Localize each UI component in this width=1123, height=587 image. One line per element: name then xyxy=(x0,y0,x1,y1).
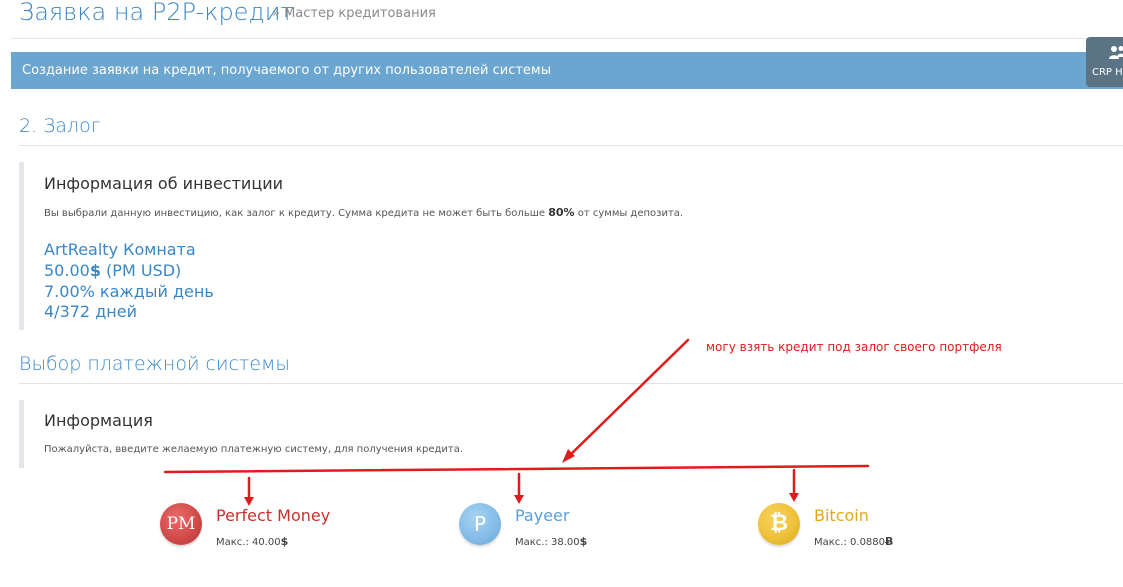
investment-info-heading: Информация об инвестиции xyxy=(44,174,284,193)
annotation-arrowhead xyxy=(789,493,799,502)
bitcoin-icon: ₿ xyxy=(758,503,800,545)
payment-info-block: Информация Пожалуйста, введите желаемую … xyxy=(19,400,924,468)
investment-name: ArtRealty Комната xyxy=(44,240,196,259)
perfect-money-icon: PM xyxy=(160,503,202,545)
max-percent: 80% xyxy=(548,206,575,219)
section-title-payment: Выбор платежной системы xyxy=(19,353,290,375)
investment-rate: 7.00% каждый день xyxy=(44,282,214,301)
page: Заявка на P2P-кредит » Мастер кредитован… xyxy=(0,0,1123,587)
payment-option-perfect-money[interactable]: PM Perfect Money Макс.: 40.00$ xyxy=(160,503,360,548)
payment-info-text: Пожалуйста, введите желаемую платежную с… xyxy=(44,444,464,455)
breadcrumb[interactable]: » Мастер кредитования xyxy=(272,6,436,21)
investment-amount: 50.00$ (PM USD) xyxy=(44,261,182,280)
payeer-icon: P xyxy=(459,503,501,545)
page-title: Заявка на P2P-кредит xyxy=(19,0,294,26)
section-title-collateral: 2. Залог xyxy=(19,115,100,137)
section-divider xyxy=(19,145,1123,146)
payment-option-max: Макс.: 38.00$ xyxy=(515,535,588,548)
payment-option-name[interactable]: Perfect Money xyxy=(216,506,330,525)
users-icon xyxy=(1109,46,1123,59)
investment-info-block: Информация об инвестиции Вы выбрали данн… xyxy=(19,162,924,330)
investment-info-text: Вы выбрали данную инвестицию, как залог … xyxy=(44,206,684,219)
section-divider xyxy=(19,383,1123,384)
investment-term: 4/372 дней xyxy=(44,302,137,321)
payment-info-heading: Информация xyxy=(44,411,153,430)
section-number: 2. xyxy=(19,115,38,137)
annotation-text: могу взять кредит под залог своего портф… xyxy=(706,340,1002,354)
payment-option-max: Макс.: 40.00$ xyxy=(216,535,289,548)
payment-option-bitcoin[interactable]: ₿ Bitcoin Макс.: 0.0880Ƀ xyxy=(758,503,958,548)
crp-tab-label: CRP H xyxy=(1092,67,1123,78)
payment-option-name[interactable]: Payeer xyxy=(515,506,569,525)
payment-option-payeer[interactable]: P Payeer Макс.: 38.00$ xyxy=(459,503,659,548)
payment-option-name[interactable]: Bitcoin xyxy=(814,506,869,525)
crp-side-tab[interactable]: CRP H xyxy=(1086,37,1123,87)
info-banner: Создание заявки на кредит, получаемого о… xyxy=(11,52,1123,89)
header-divider xyxy=(11,38,1123,39)
section-title-text: Залог xyxy=(43,115,101,137)
payment-option-max: Макс.: 0.0880Ƀ xyxy=(814,535,894,548)
